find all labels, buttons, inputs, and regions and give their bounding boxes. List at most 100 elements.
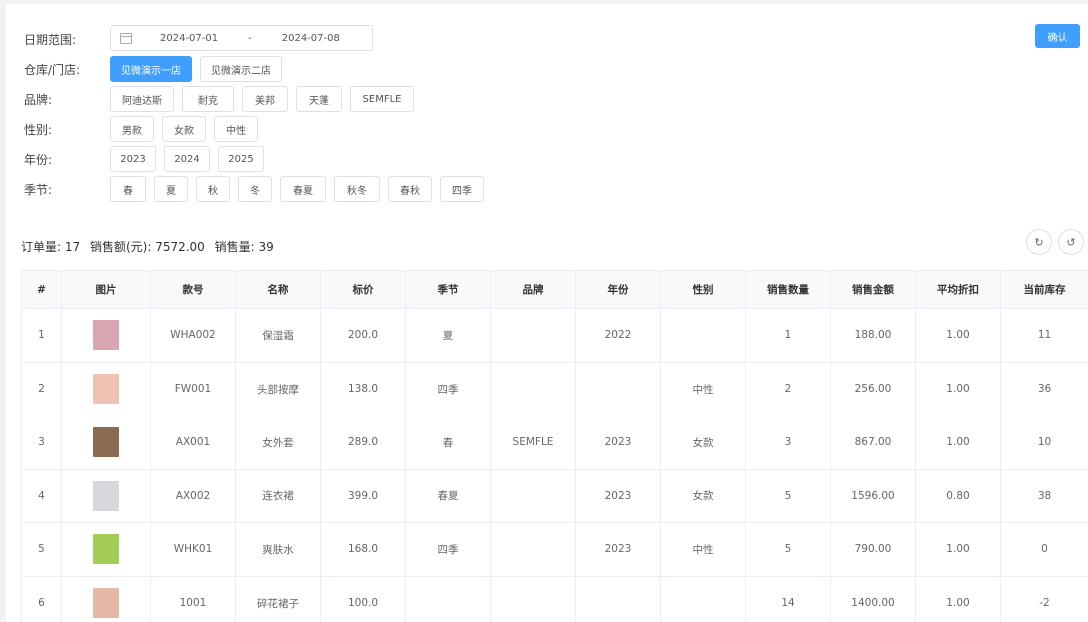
gender-option[interactable]: 男款 [110, 116, 154, 142]
season: 夏 [405, 308, 491, 363]
column-header[interactable]: 图片 [61, 270, 151, 309]
year-option[interactable]: 2025 [218, 146, 264, 172]
product-image [61, 308, 151, 363]
gender-option[interactable]: 中性 [214, 116, 258, 142]
column-header[interactable]: 季节 [405, 270, 491, 309]
gender-option[interactable]: 女款 [162, 116, 206, 142]
column-header[interactable]: 名称 [235, 270, 321, 309]
column-header[interactable]: 年份 [575, 270, 661, 309]
sales-qty: 5 [745, 469, 831, 523]
date-separator: - [248, 32, 252, 44]
year-option[interactable]: 2023 [110, 146, 156, 172]
product-image [61, 415, 151, 470]
current-stock: -2 [1000, 576, 1088, 622]
style-code: 1001 [150, 576, 236, 622]
brand [490, 362, 576, 416]
year-label: 年份: [24, 152, 53, 167]
column-header[interactable]: 平均折扣 [915, 270, 1001, 309]
season-option[interactable]: 春夏 [280, 176, 326, 202]
product-name: 爽肤水 [235, 522, 321, 577]
date-range-picker[interactable]: 2024-07-01 - 2024-07-08 [110, 25, 373, 51]
gender-filter-row: 性别: 男款 女款 中性 [24, 116, 266, 142]
sales-summary: 订单量: 17 销售额(元): 7572.00 销售量: 39 [21, 238, 280, 255]
brand-option[interactable]: 阿迪达斯 [110, 86, 174, 112]
store-option[interactable]: 见微演示一店 [110, 56, 192, 82]
date-filter-row: 日期范围: [24, 31, 110, 48]
product-image [61, 576, 151, 622]
store-option[interactable]: 见微演示二店 [200, 56, 282, 82]
column-header[interactable]: 品牌 [490, 270, 576, 309]
table-row[interactable]: 5 WHK01 爽肤水 168.0 四季 2023 中性 5 790.00 1.00 0 [21, 522, 1088, 577]
product-thumbnail[interactable] [93, 588, 119, 618]
season-label: 季节: [24, 182, 53, 197]
season: 四季 [405, 522, 491, 577]
row-index: 6 [21, 576, 62, 622]
gender [660, 308, 746, 363]
season-option[interactable]: 春秋 [388, 176, 432, 202]
gender: 中性 [660, 362, 746, 416]
product-thumbnail[interactable] [93, 320, 119, 351]
table-body: 1 WHA002 保湿霜 200.0 夏 2022 1 188.00 1.00 11 2 FW001 头… [21, 308, 1088, 622]
year: 2023 [575, 522, 661, 577]
year-option[interactable]: 2024 [164, 146, 210, 172]
refresh-icon[interactable]: ↻ [1026, 229, 1052, 255]
season-option[interactable]: 秋冬 [334, 176, 380, 202]
brand-option[interactable]: SEMFLE [350, 86, 414, 112]
product-image [61, 522, 151, 577]
list-price: 200.0 [320, 308, 406, 363]
start-date[interactable]: 2024-07-01 [160, 33, 218, 44]
table-row[interactable]: 4 AX002 连衣裙 399.0 春夏 2023 女款 5 1596.00 0.80 38 [21, 469, 1088, 523]
gender-label: 性别: [24, 122, 53, 137]
sales-qty: 14 [745, 576, 831, 622]
column-header[interactable]: 标价 [320, 270, 406, 309]
table-row[interactable]: 6 1001 碎花裙子 100.0 14 1400.00 1.00 -2 [21, 576, 1088, 622]
brand-option[interactable]: 美邦 [242, 86, 288, 112]
store-filter-row: 仓库/门店: 见微演示一店 见微演示二店 [24, 56, 290, 82]
season-option[interactable]: 四季 [440, 176, 484, 202]
year [575, 362, 661, 416]
row-index: 2 [21, 362, 62, 416]
brand-option[interactable]: 天蓬 [296, 86, 342, 112]
season-option[interactable]: 冬 [238, 176, 272, 202]
table-row[interactable]: 1 WHA002 保湿霜 200.0 夏 2022 1 188.00 1.00 11 [21, 308, 1088, 363]
season-option[interactable]: 春 [110, 176, 146, 202]
column-header[interactable]: 销售数量 [745, 270, 831, 309]
calendar-icon [120, 32, 132, 44]
sales-amount: 1596.00 [830, 469, 916, 523]
table-row[interactable]: 3 AX001 女外套 289.0 春 SEMFLE 2023 女款 3 867.00 1.00 10 [21, 415, 1088, 470]
current-stock: 36 [1000, 362, 1088, 416]
brand-option[interactable]: 耐克 [182, 86, 234, 112]
reload-icon[interactable]: ↺ [1058, 229, 1084, 255]
product-thumbnail[interactable] [93, 427, 119, 457]
gender: 女款 [660, 469, 746, 523]
product-thumbnail[interactable] [93, 534, 119, 565]
brand [490, 576, 576, 622]
year: 2022 [575, 308, 661, 363]
column-header[interactable]: 款号 [150, 270, 236, 309]
end-date[interactable]: 2024-07-08 [282, 33, 340, 44]
product-thumbnail[interactable] [93, 480, 119, 511]
avg-discount: 0.80 [915, 469, 1001, 523]
column-header[interactable]: 性别 [660, 270, 746, 309]
product-name: 碎花裙子 [235, 576, 321, 622]
list-price: 399.0 [320, 469, 406, 523]
column-header[interactable]: 当前库存 [1000, 270, 1088, 309]
list-price: 138.0 [320, 362, 406, 416]
column-header[interactable]: 销售金额 [830, 270, 916, 309]
season-option[interactable]: 秋 [196, 176, 230, 202]
sales-amount: 188.00 [830, 308, 916, 363]
style-code: WHK01 [150, 522, 236, 577]
year: 2023 [575, 469, 661, 523]
table-row[interactable]: 2 FW001 头部按摩 138.0 四季 中性 2 256.00 1.00 36 [21, 362, 1088, 416]
column-header[interactable]: # [21, 270, 62, 309]
year-filter-row: 年份: 2023 2024 2025 [24, 146, 272, 172]
avg-discount: 1.00 [915, 576, 1001, 622]
season-option[interactable]: 夏 [154, 176, 188, 202]
confirm-button[interactable]: 确认 [1035, 24, 1080, 48]
product-thumbnail[interactable] [93, 374, 119, 404]
brand: SEMFLE [490, 415, 576, 470]
brand-filter-row: 品牌: 阿迪达斯 耐克 美邦 天蓬 SEMFLE [24, 86, 422, 112]
brand [490, 522, 576, 577]
date-range-label: 日期范围: [24, 33, 77, 47]
filter-card: 日期范围: 2024-07-01 - 2024-07-08 确认 仓库/门店: … [6, 4, 1088, 622]
